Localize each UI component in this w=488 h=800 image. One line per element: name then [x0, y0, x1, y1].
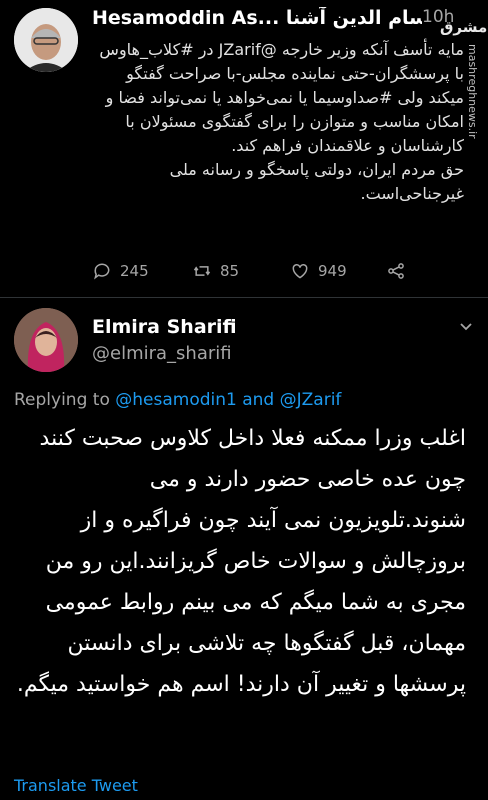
- author-avatar[interactable]: [14, 8, 78, 72]
- retweet-icon: [193, 266, 211, 276]
- avatar-portrait-icon: [14, 308, 78, 372]
- tweet-text: اغلب وزرا ممکنه فعلا داخل کلاوس صحبت کنن…: [16, 426, 466, 697]
- avatar-portrait-icon: [14, 8, 78, 72]
- tweet-author-name[interactable]: Hesamoddin As... حسام الدین آشنا: [92, 7, 422, 29]
- retweet-button[interactable]: 85: [192, 261, 239, 281]
- mention-link[interactable]: @hesamodin1: [115, 390, 237, 410]
- share-icon: [388, 263, 404, 279]
- tweet-text: مایه تأسف آنکه وزیر خارجه @JZarif در #کل…: [99, 40, 464, 203]
- tweet-divider: [0, 297, 488, 298]
- tweet-author-name[interactable]: Elmira Sharifi: [92, 316, 237, 338]
- watermark-url: mashreghnews.ir: [466, 44, 479, 139]
- tweet-author-handle[interactable]: @elmira_sharifi: [92, 343, 232, 364]
- mention-link[interactable]: @JZarif: [280, 390, 342, 410]
- like-count: 949: [318, 262, 347, 280]
- reply-count: 245: [120, 262, 149, 280]
- more-options-button[interactable]: [458, 318, 474, 337]
- translate-tweet-link[interactable]: Translate Tweet: [14, 776, 138, 795]
- like-button[interactable]: 949: [290, 261, 347, 281]
- heart-icon: [292, 263, 308, 279]
- chevron-down-icon: [460, 323, 472, 331]
- retweet-count: 85: [220, 262, 240, 280]
- reply-icon: [94, 263, 110, 280]
- reply-button[interactable]: 245: [92, 261, 149, 281]
- replying-to-line: Replying to @hesamodin1 and @JZarif: [14, 390, 341, 410]
- watermark-logo: مشرق: [440, 18, 488, 36]
- share-button[interactable]: [386, 261, 406, 281]
- author-avatar[interactable]: [14, 308, 78, 372]
- mention-and: and: [242, 390, 275, 410]
- replying-prefix: Replying to: [14, 390, 110, 410]
